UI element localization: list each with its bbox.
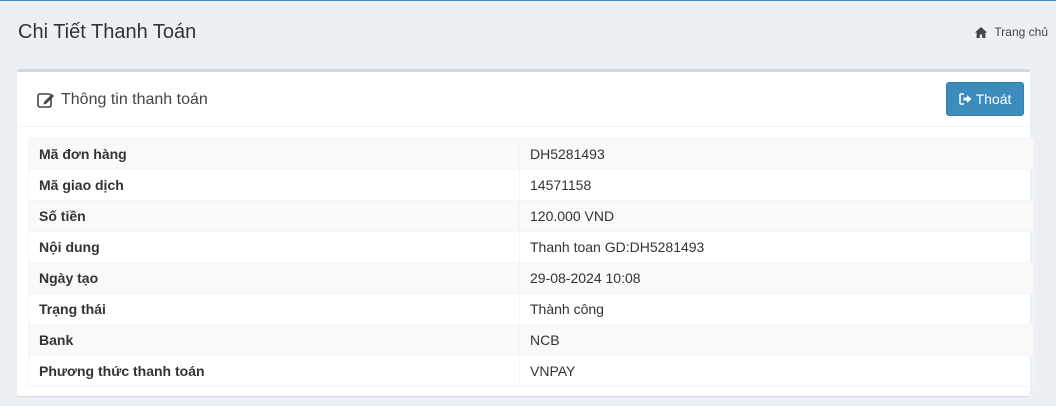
row-label: Số tiền <box>28 200 520 232</box>
row-label: Phương thức thanh toán <box>28 355 520 387</box>
row-label: Nội dung <box>28 231 520 263</box>
table-row: Ngày tạo 29-08-2024 10:08 <box>28 262 1034 294</box>
table-row: Số tiền 120.000 VND <box>28 200 1034 232</box>
page-title: Chi Tiết Thanh Toán <box>18 21 197 43</box>
row-value: 120.000 VND <box>519 200 1034 232</box>
row-value: 29-08-2024 10:08 <box>519 262 1034 294</box>
row-value: 14571158 <box>519 169 1034 201</box>
row-label: Mã đơn hàng <box>28 138 520 170</box>
row-label: Mã giao dịch <box>28 169 520 201</box>
table-row: Phương thức thanh toán VNPAY <box>28 355 1034 387</box>
sign-out-icon <box>958 93 972 105</box>
exit-button-label: Thoát <box>975 91 1012 107</box>
row-value: DH5281493 <box>519 138 1034 170</box>
payment-info-box: Thông tin thanh toán Thoát Mã đơn hàng D… <box>17 69 1034 396</box>
row-label: Bank <box>28 324 520 356</box>
content-header: Chi Tiết Thanh Toán Trang chủ <box>0 1 1056 63</box>
row-label: Ngày tạo <box>28 262 520 294</box>
edit-icon <box>37 93 54 108</box>
table-row: Mã đơn hàng DH5281493 <box>28 138 1034 170</box>
breadcrumb[interactable]: Trang chủ <box>975 25 1048 39</box>
payment-details-table: Mã đơn hàng DH5281493 Mã giao dịch 14571… <box>28 138 1034 387</box>
row-label: Trạng thái <box>28 293 520 325</box>
box-header: Thông tin thanh toán Thoát <box>17 72 1030 127</box>
box-title: Thông tin thanh toán <box>37 91 208 109</box>
exit-button[interactable]: Thoát <box>946 82 1024 116</box>
table-row: Nội dung Thanh toan GD:DH5281493 <box>28 231 1034 263</box>
row-value: NCB <box>519 324 1034 356</box>
box-title-text: Thông tin thanh toán <box>61 91 208 108</box>
breadcrumb-home-link[interactable]: Trang chủ <box>994 25 1048 39</box>
row-value: Thành công <box>519 293 1034 325</box>
row-value: VNPAY <box>519 355 1034 387</box>
table-row: Trạng thái Thành công <box>28 293 1034 325</box>
table-row: Mã giao dịch 14571158 <box>28 169 1034 201</box>
row-value: Thanh toan GD:DH5281493 <box>519 231 1034 263</box>
table-row: Bank NCB <box>28 324 1034 356</box>
home-icon <box>975 26 988 38</box>
